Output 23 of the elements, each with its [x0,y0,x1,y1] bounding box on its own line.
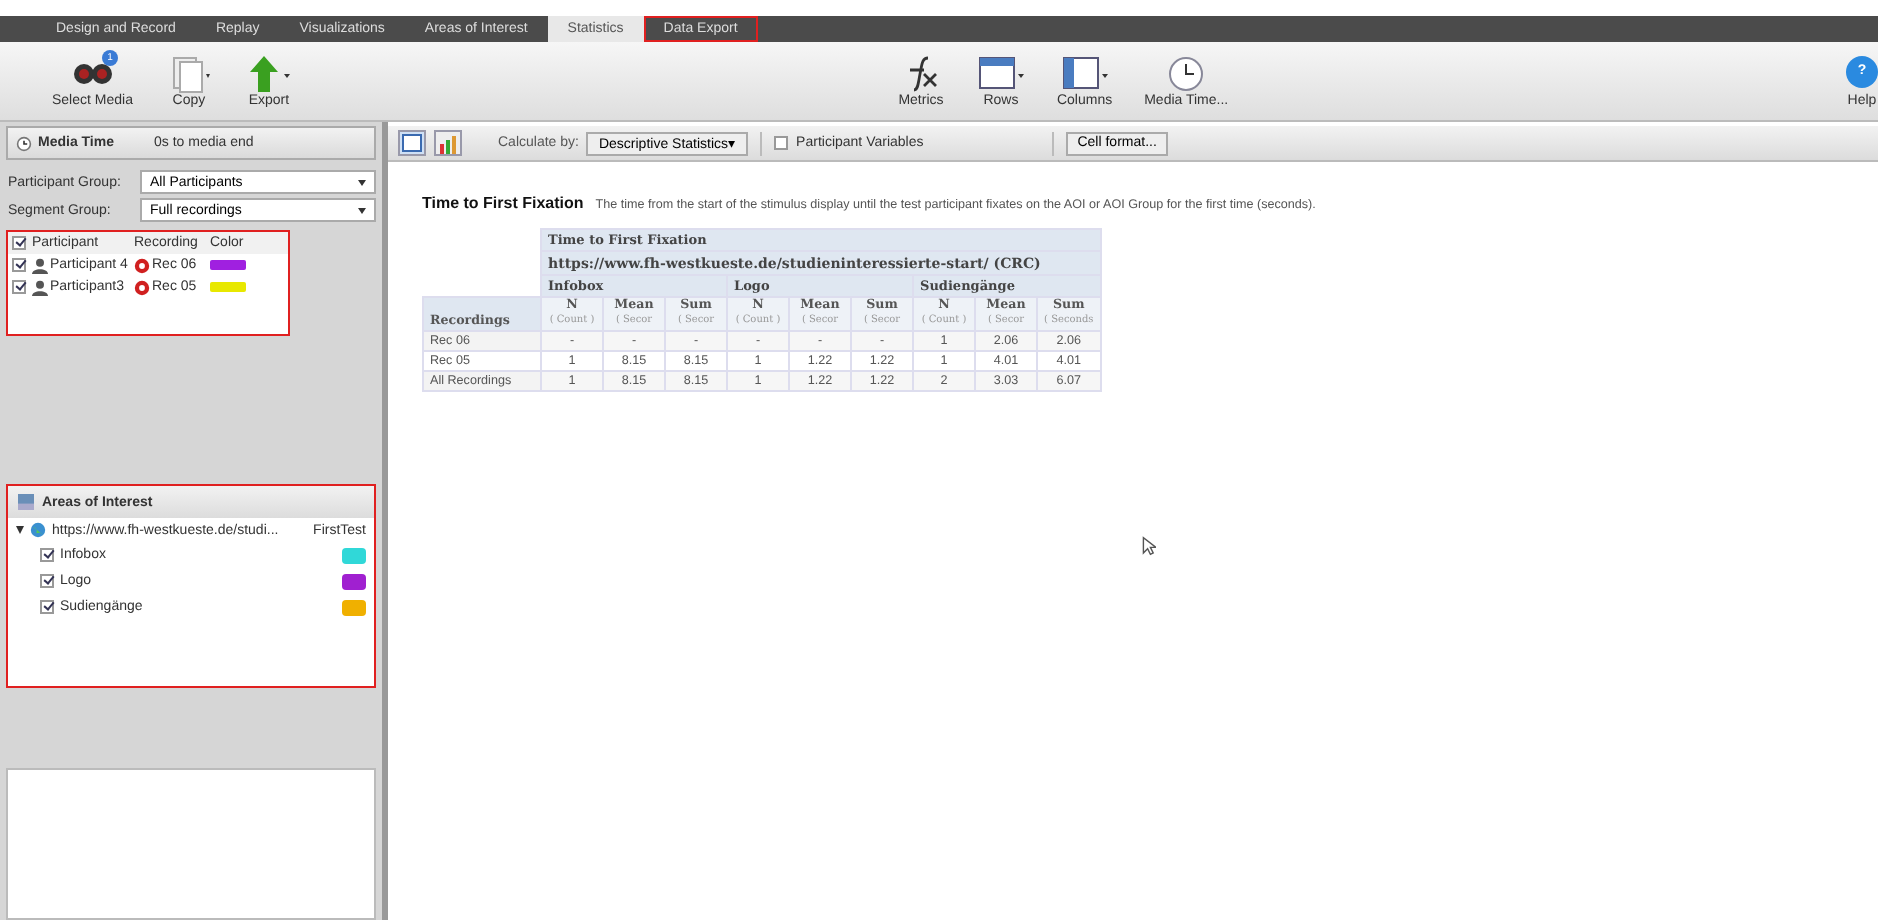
checkbox[interactable] [774,136,789,150]
checkbox[interactable] [12,258,26,272]
checkbox[interactable] [40,600,54,614]
caret-icon [358,179,366,185]
checkbox[interactable] [40,548,54,562]
checkbox[interactable] [40,574,54,588]
mouse-cursor-icon [1142,536,1156,556]
chart-view-button[interactable] [434,130,462,156]
table-view-button[interactable] [398,130,426,156]
binoculars-icon [73,64,112,84]
metric-title: Time to First Fixation [422,194,584,212]
person-icon [32,279,48,295]
globe-icon [30,522,46,538]
columns-icon [1060,54,1109,94]
checkbox[interactable] [12,236,26,250]
caret-icon [358,207,366,213]
up-arrow-icon [244,54,293,94]
image-icon [18,494,34,510]
checkbox[interactable] [12,280,26,294]
person-icon [32,257,48,273]
clock-icon [16,135,32,151]
bar-chart-icon [438,133,458,153]
rows-icon [976,54,1025,94]
